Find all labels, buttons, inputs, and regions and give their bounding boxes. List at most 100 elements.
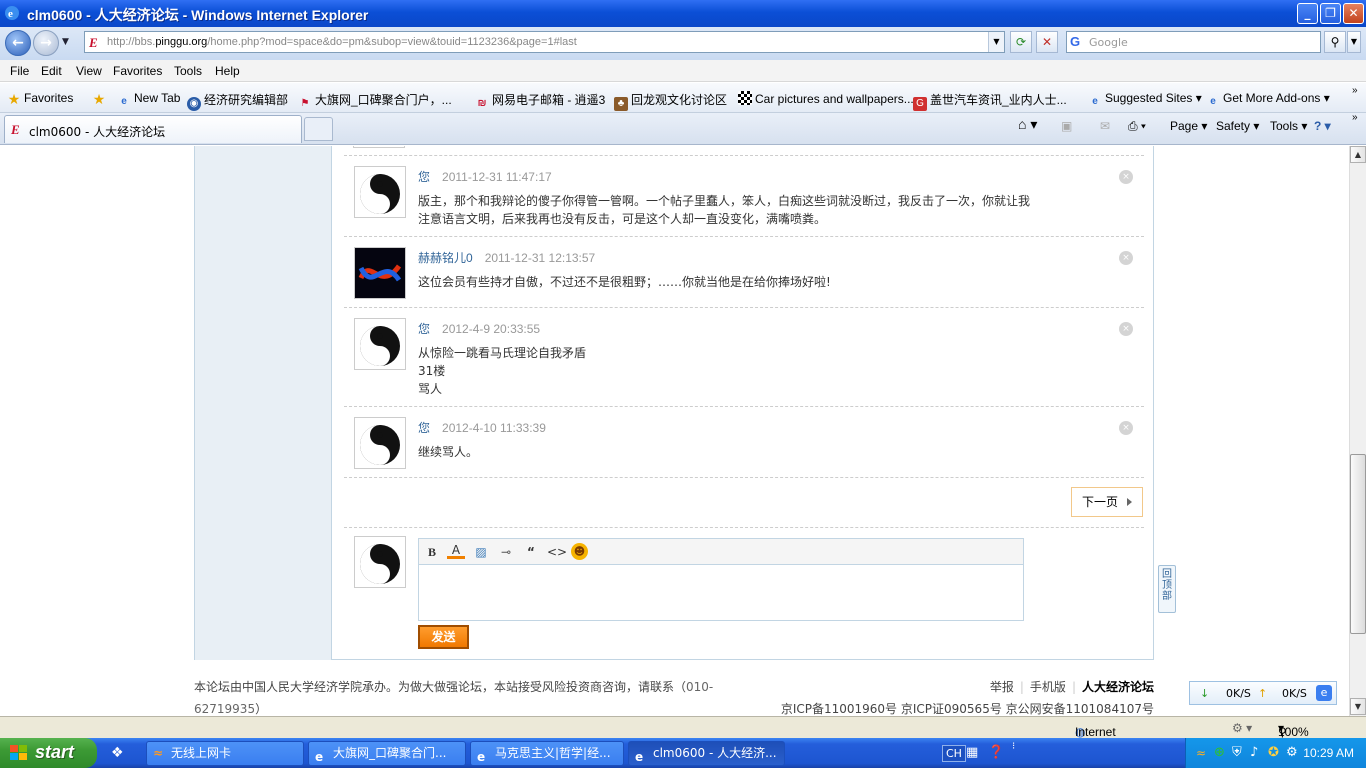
- tray-security-icon[interactable]: ✪: [1268, 745, 1279, 760]
- fav-get-addons[interactable]: e Get More Add-ons ▾: [1206, 91, 1330, 109]
- menu-edit[interactable]: Edit: [41, 64, 62, 78]
- fav-163-mail[interactable]: ₪ 网易电子邮箱 - 逍遥3: [475, 91, 606, 111]
- message-author[interactable]: 赫赫铭儿0: [418, 251, 473, 265]
- back-button[interactable]: ←: [5, 30, 31, 56]
- back-to-top-button[interactable]: 回顶部: [1158, 565, 1176, 613]
- task-marxism[interactable]: e 马克思主义|哲学|经...: [470, 741, 624, 766]
- next-page-button[interactable]: 下一页: [1071, 487, 1143, 517]
- tray-device-icon[interactable]: ⚙: [1286, 745, 1298, 760]
- mobile-link[interactable]: 手机版: [1030, 680, 1066, 694]
- menu-view[interactable]: View: [76, 64, 102, 78]
- history-dropdown-icon[interactable]: ▼: [62, 37, 69, 47]
- mail-icon[interactable]: ✉: [1100, 119, 1110, 133]
- smiley-icon[interactable]: ☻: [571, 543, 588, 560]
- stop-icon[interactable]: ✕: [1036, 31, 1058, 53]
- start-button[interactable]: start: [0, 738, 97, 768]
- refresh-icon[interactable]: ⟳: [1010, 31, 1032, 53]
- avatar[interactable]: [354, 318, 406, 370]
- close-window-button[interactable]: ✕: [1343, 3, 1364, 24]
- avatar[interactable]: [354, 247, 406, 299]
- menu-tools[interactable]: Tools: [174, 64, 202, 78]
- message-author[interactable]: 您: [418, 421, 430, 435]
- send-button[interactable]: 发送: [418, 625, 469, 649]
- feeds-icon[interactable]: ▣: [1061, 119, 1072, 133]
- fav-huilongguan[interactable]: ♣ 回龙观文化讨论区: [614, 91, 727, 111]
- ie-page-icon: e: [635, 750, 644, 764]
- quicklaunch-icon[interactable]: ❖: [111, 745, 124, 761]
- my-avatar[interactable]: [354, 536, 406, 588]
- bold-icon[interactable]: B: [423, 543, 441, 561]
- delete-message-icon[interactable]: ×: [1119, 421, 1133, 435]
- tray-volume-icon[interactable]: ♪: [1250, 745, 1258, 760]
- favorites-button[interactable]: ★ Favorites: [7, 91, 74, 106]
- fav-suggested-sites[interactable]: e Suggested Sites ▾: [1088, 91, 1202, 109]
- menu-file[interactable]: File: [10, 64, 29, 78]
- tray-network-icon[interactable]: ⊕: [1214, 745, 1225, 760]
- link-icon[interactable]: ⊸: [497, 543, 515, 561]
- task-wireless-card[interactable]: ≈ 无线上网卡: [146, 741, 304, 766]
- fav-new-tab[interactable]: e New Tab: [117, 91, 180, 109]
- minimize-button[interactable]: _: [1297, 3, 1318, 24]
- ime-icon[interactable]: ▦: [966, 745, 978, 760]
- message-line: 31楼: [418, 364, 446, 378]
- forward-button[interactable]: →: [33, 30, 59, 56]
- fav-gasgoo[interactable]: G 盖世汽车资讯_业内人士...: [913, 91, 1067, 111]
- new-tab-button[interactable]: [304, 117, 333, 141]
- avatar[interactable]: [354, 417, 406, 469]
- tab-active[interactable]: E clm0600 - 人大经济论坛: [4, 115, 302, 143]
- address-dropdown-icon[interactable]: ▼: [988, 32, 1004, 52]
- language-indicator[interactable]: CH: [942, 745, 966, 762]
- site-name-link[interactable]: 人大经济论坛: [1082, 680, 1154, 694]
- delete-message-icon[interactable]: ×: [1119, 251, 1133, 265]
- globe-icon: ◉: [187, 97, 201, 111]
- avatar[interactable]: [354, 166, 406, 218]
- report-link[interactable]: 举报: [990, 680, 1014, 694]
- font-color-icon[interactable]: A: [447, 543, 465, 559]
- page-menu[interactable]: Page ▾: [1170, 119, 1207, 133]
- address-input[interactable]: E http://bbs.pinggu.org/home.php?mod=spa…: [84, 31, 1005, 53]
- quote-icon[interactable]: “: [522, 543, 540, 561]
- add-favorite-icon[interactable]: ★: [92, 91, 109, 106]
- scroll-down-icon[interactable]: ▼: [1350, 698, 1366, 715]
- netease-icon: ₪: [477, 98, 487, 109]
- tray-wireless-icon[interactable]: ≈: [1196, 746, 1206, 760]
- tray-shield-icon[interactable]: ⛨: [1232, 745, 1242, 760]
- speed-meter-widget[interactable]: ↓ 0K/S ↑ 0K/S e: [1189, 681, 1337, 705]
- task-daqi[interactable]: e 大旗网_口碑聚合门...: [308, 741, 466, 766]
- search-input[interactable]: G Google: [1066, 31, 1321, 53]
- safety-menu[interactable]: Safety ▾: [1216, 119, 1259, 133]
- checker-flag-icon: [738, 91, 752, 105]
- image-icon[interactable]: ▨: [472, 543, 490, 561]
- menu-help[interactable]: Help: [215, 64, 240, 78]
- search-icon[interactable]: ⚲: [1324, 31, 1346, 53]
- fav-daqi[interactable]: ⚑ 大旗网_口碑聚合门户，...: [298, 91, 452, 111]
- fav-car-pictures[interactable]: Car pictures and wallpapers...: [738, 91, 914, 106]
- task-clm0600[interactable]: e clm0600 - 人大经济...: [628, 741, 785, 766]
- delete-message-icon[interactable]: ×: [1119, 170, 1133, 184]
- chevron-more-icon[interactable]: »: [1352, 85, 1358, 96]
- window-title-bar[interactable]: e clm0600 - 人大经济论坛 - Windows Internet Ex…: [0, 0, 1366, 27]
- protected-mode-icon[interactable]: ⚙ ▾: [1232, 721, 1252, 735]
- chevron-more-icon[interactable]: »: [1352, 112, 1358, 123]
- message-line: 从惊险一跳看马氏理论自我矛盾: [418, 346, 587, 360]
- tools-menu[interactable]: Tools ▾: [1270, 119, 1307, 133]
- zoom-control[interactable]: ⚲ 100% ▾: [1278, 721, 1309, 739]
- search-options-icon[interactable]: ▼: [1347, 31, 1361, 53]
- message-author[interactable]: 您: [418, 322, 430, 336]
- code-icon[interactable]: <>: [547, 543, 567, 561]
- fav-econ-research[interactable]: ◉ 经济研究编辑部: [187, 91, 288, 111]
- delete-message-icon[interactable]: ×: [1119, 322, 1133, 336]
- ie-accelerator-icon[interactable]: e: [1316, 685, 1332, 701]
- restore-button[interactable]: ❐: [1320, 3, 1341, 24]
- help-icon[interactable]: ? ▾: [1314, 119, 1331, 133]
- reply-textarea[interactable]: [419, 566, 1023, 620]
- ime-help-icon[interactable]: ❓: [988, 745, 1004, 760]
- scroll-thumb[interactable]: [1350, 454, 1366, 634]
- home-icon[interactable]: ⌂ ▾: [1018, 116, 1037, 133]
- print-icon[interactable]: ⎙ ▾: [1128, 119, 1146, 134]
- vertical-scrollbar[interactable]: ▲ ▼: [1349, 146, 1366, 716]
- menu-favorites[interactable]: Favorites: [113, 64, 162, 78]
- scroll-up-icon[interactable]: ▲: [1350, 146, 1366, 163]
- ime-options-icon[interactable]: ⁝: [1012, 741, 1015, 752]
- message-author[interactable]: 您: [418, 170, 430, 184]
